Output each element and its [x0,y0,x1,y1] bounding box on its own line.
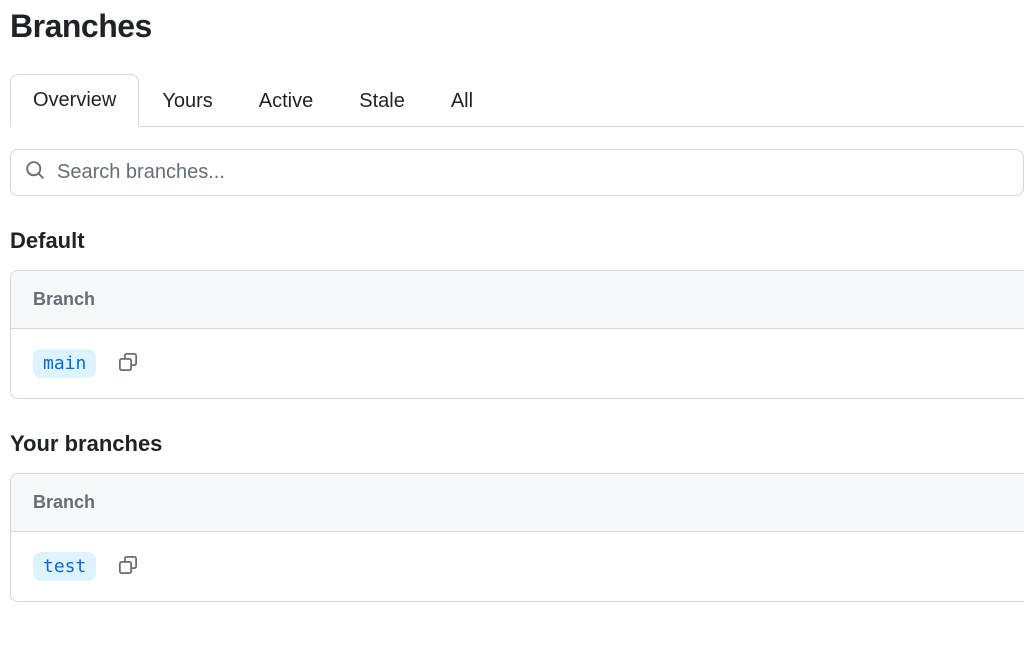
tab-yours[interactable]: Yours [139,75,235,127]
copy-icon [118,352,138,375]
copy-icon [118,555,138,578]
branch-link-main[interactable]: main [33,349,96,378]
search-input[interactable] [57,161,1009,184]
search-icon [25,160,45,185]
page-title: Branches [10,0,1024,73]
branch-link-test[interactable]: test [33,552,96,581]
table-header-branch: Branch [11,474,1024,532]
tab-all[interactable]: All [428,75,496,127]
table-row: test [11,532,1024,601]
section-title-default: Default [10,228,1024,254]
search-container [10,149,1024,196]
tab-overview[interactable]: Overview [10,74,139,127]
default-branch-table: Branch main [10,270,1024,399]
branch-tabs: Overview Yours Active Stale All [10,73,1024,127]
tab-active[interactable]: Active [236,75,336,127]
tab-stale[interactable]: Stale [336,75,428,127]
copy-branch-button[interactable] [116,350,140,377]
your-branches-table: Branch test [10,473,1024,602]
search-box[interactable] [10,149,1024,196]
table-row: main [11,329,1024,398]
table-header-branch: Branch [11,271,1024,329]
copy-branch-button[interactable] [116,553,140,580]
section-title-your-branches: Your branches [10,431,1024,457]
